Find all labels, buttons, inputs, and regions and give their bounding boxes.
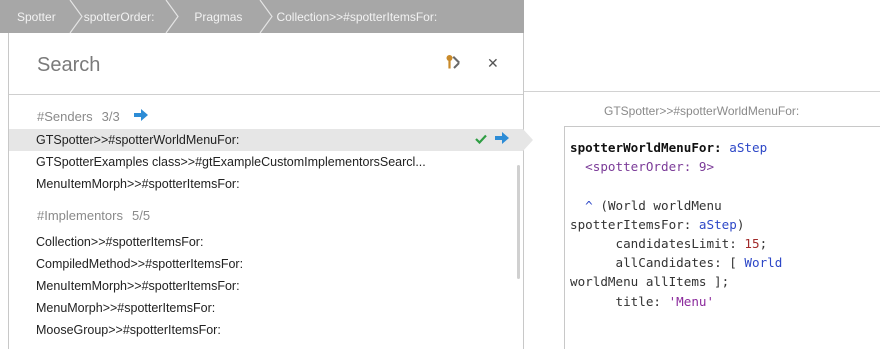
category-label: #Implementors bbox=[37, 207, 123, 223]
category-label: #Senders bbox=[37, 108, 93, 124]
list-item-label: MenuItemMorph>>#spotterItemsFor: bbox=[36, 177, 240, 191]
results-list: #Senders 3/3 GTSpotter>>#spotterWorldMen… bbox=[9, 95, 533, 349]
code-arg: aStep bbox=[729, 140, 768, 155]
list-item[interactable]: MenuMorph>>#spotterItemsFor: bbox=[9, 297, 523, 319]
list-item-label: MooseGroup>>#spotterItemsFor: bbox=[36, 323, 221, 337]
list-item-label: GTSpotter>>#spotterWorldMenuFor: bbox=[36, 133, 240, 147]
code-string: 'Menu' bbox=[668, 293, 715, 309]
breadcrumb-label: Spotter bbox=[17, 9, 56, 24]
list-item-label: MenuMorph>>#spotterItemsFor: bbox=[36, 301, 216, 315]
list-item[interactable]: CompiledMethod>>#spotterItemsFor: bbox=[9, 253, 523, 275]
list-item[interactable]: MenuItemMorph>>#spotterItemsFor: bbox=[9, 275, 523, 297]
code-arg: aStep bbox=[698, 216, 737, 232]
list-item-label: GTSpotterExamples class>>#gtExampleCusto… bbox=[36, 155, 426, 169]
breadcrumb-label: spotterOrder: bbox=[83, 9, 155, 24]
list-item-label: Collection>>#spotterItemsFor: bbox=[36, 235, 204, 249]
preview-title: GTSpotter>>#spotterWorldMenuFor: bbox=[604, 104, 800, 118]
item-actions bbox=[475, 132, 509, 147]
breadcrumb-label: Collection>>#spotterItemsFor: bbox=[276, 9, 438, 24]
breadcrumb: Spotter spotterOrder: Pragmas Collection… bbox=[0, 0, 524, 33]
search-bar: ✕ bbox=[9, 33, 523, 95]
breadcrumb-item-pragmas[interactable]: Pragmas bbox=[194, 0, 242, 33]
category-count: 5/5 bbox=[131, 207, 151, 223]
code-caret: ^ bbox=[585, 197, 593, 213]
breadcrumb-label: Pragmas bbox=[194, 9, 243, 24]
list-item[interactable]: GTSpotter>>#spotterWorldMenuFor: bbox=[9, 129, 533, 151]
code-class: World bbox=[744, 255, 783, 271]
code-text: title: bbox=[615, 293, 662, 309]
category-header-senders[interactable]: #Senders 3/3 bbox=[37, 106, 148, 126]
code-text: spotterItemsFor: bbox=[570, 216, 692, 232]
list-item-label: CompiledMethod>>#spotterItemsFor: bbox=[36, 257, 244, 271]
list-item[interactable]: Collection>>#spotterItemsFor: bbox=[9, 231, 523, 253]
code-selector: spotterWorldMenuFor: bbox=[570, 140, 722, 155]
code-preview: spotterWorldMenuFor: aStep <spotterOrder… bbox=[570, 138, 782, 311]
list-item[interactable]: MooseGroup>>#spotterItemsFor: bbox=[9, 319, 523, 341]
breadcrumb-item-spotter[interactable]: Spotter bbox=[0, 0, 56, 33]
code-text: worldMenu allItems ]; bbox=[570, 274, 730, 290]
code-pragma: <spotterOrder: 9> bbox=[585, 159, 715, 175]
list-item[interactable]: MenuItemMorph>>#spotterItemsFor: bbox=[9, 173, 523, 195]
code-number: 15 bbox=[744, 236, 760, 252]
category-count: 3/3 bbox=[101, 108, 120, 124]
right-arrow-icon[interactable] bbox=[495, 132, 509, 147]
spotter-panel: ✕ #Senders 3/3 GTSpotter>>#spotterWorldM… bbox=[8, 33, 533, 349]
code-text: allCandidates: [ bbox=[615, 255, 737, 271]
divider bbox=[524, 91, 880, 92]
code-text: candidatesLimit: bbox=[615, 236, 737, 252]
check-icon[interactable] bbox=[475, 133, 487, 147]
wrench-icon[interactable] bbox=[445, 54, 461, 70]
breadcrumb-item-spotter-order[interactable]: spotterOrder: bbox=[84, 0, 155, 33]
breadcrumb-separator-icon bbox=[164, 0, 186, 33]
right-arrow-icon[interactable] bbox=[133, 108, 148, 124]
list-item[interactable]: GTSpotterExamples class>>#gtExampleCusto… bbox=[9, 151, 523, 173]
code-text: (World worldMenu bbox=[600, 197, 722, 213]
close-icon[interactable]: ✕ bbox=[487, 55, 499, 71]
breadcrumb-item-current[interactable]: Collection>>#spotterItemsFor: bbox=[276, 0, 437, 33]
scrollbar[interactable] bbox=[517, 165, 520, 279]
code-text: ) bbox=[736, 216, 745, 232]
code-text: ; bbox=[759, 236, 768, 252]
list-item-label: MenuItemMorph>>#spotterItemsFor: bbox=[36, 279, 240, 293]
search-input[interactable] bbox=[37, 51, 417, 79]
category-header-implementors[interactable]: #Implementors 5/5 bbox=[37, 205, 150, 225]
